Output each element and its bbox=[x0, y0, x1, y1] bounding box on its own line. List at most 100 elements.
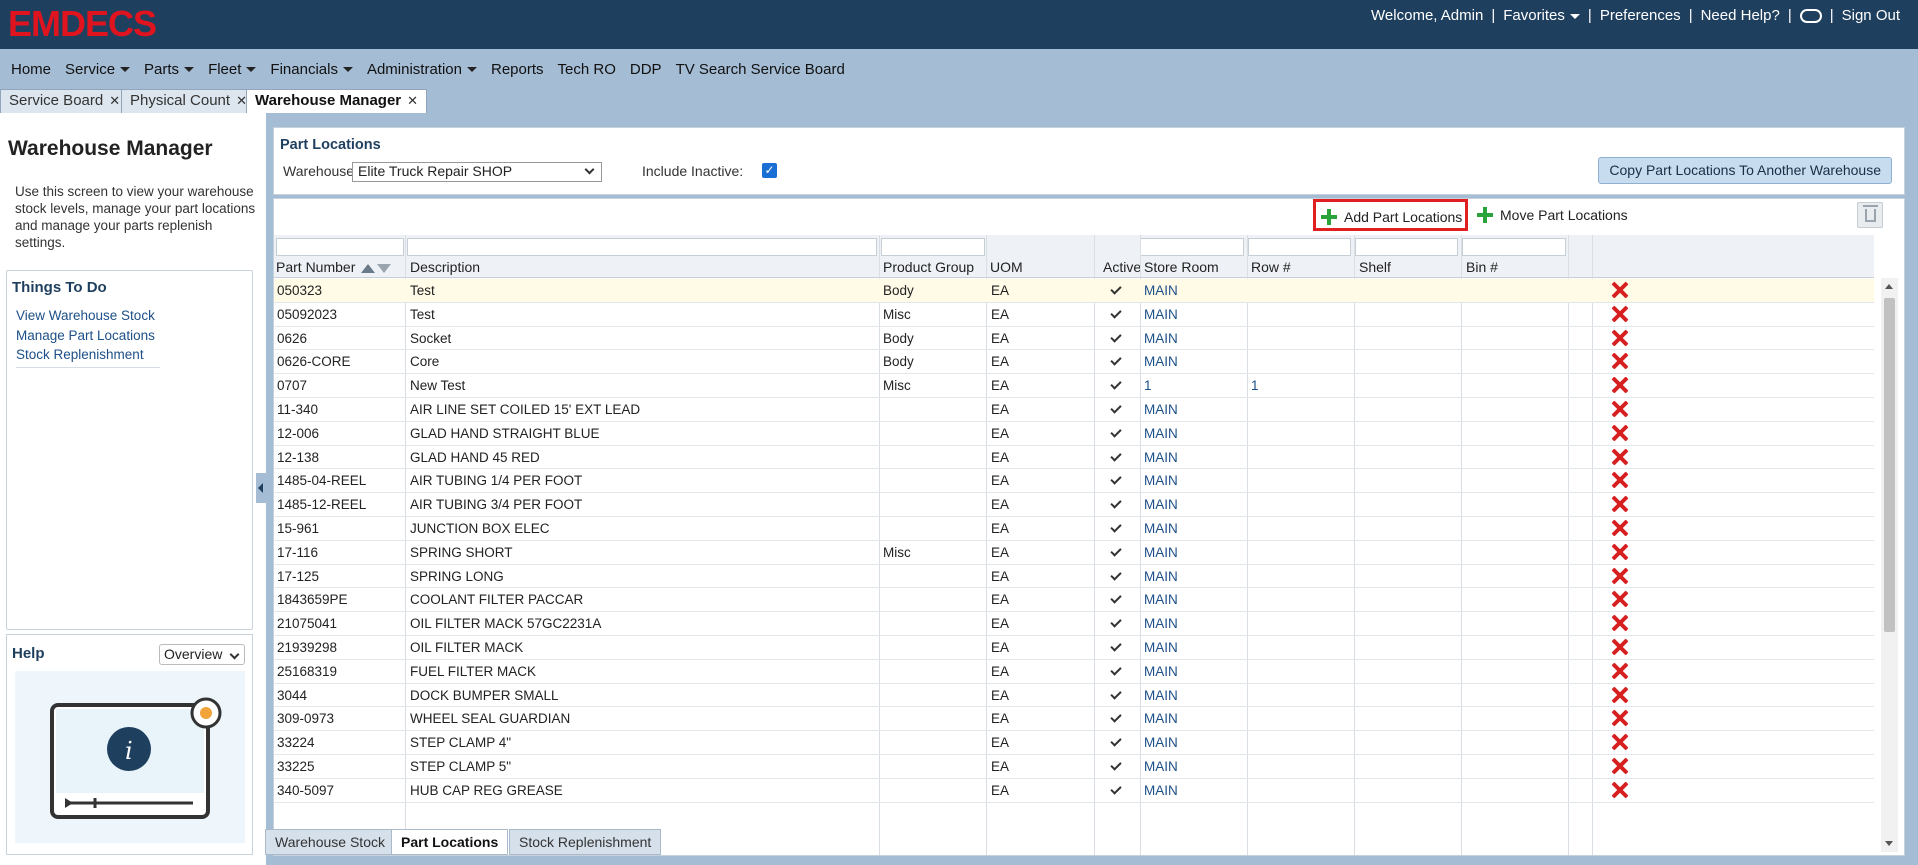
table-row[interactable]: 1485-12-REEL AIR TUBING 3/4 PER FOOT EA MAI… bbox=[274, 493, 1874, 517]
sort-ascending-icon[interactable] bbox=[361, 263, 376, 273]
header-uom[interactable]: UOM bbox=[990, 259, 1023, 275]
tab-physical-count[interactable]: Physical Count ✕ bbox=[121, 89, 256, 113]
menu-administration[interactable]: Administration bbox=[360, 61, 484, 78]
header-part-number[interactable]: Part Number bbox=[276, 259, 392, 275]
store-room-cell[interactable]: MAIN bbox=[1144, 711, 1178, 726]
store-room-cell[interactable]: MAIN bbox=[1144, 450, 1178, 465]
menu-parts[interactable]: Parts bbox=[137, 61, 201, 78]
sort-descending-icon[interactable] bbox=[377, 263, 392, 273]
table-row[interactable]: 3044 DOCK BUMPER SMALL EA MAIN bbox=[274, 684, 1874, 708]
menu-tv-search-service-board[interactable]: TV Search Service Board bbox=[669, 61, 852, 78]
row-filter[interactable] bbox=[1248, 238, 1351, 256]
store-room-cell[interactable]: MAIN bbox=[1144, 735, 1178, 750]
collapse-left-panel-button[interactable] bbox=[256, 473, 266, 503]
store-room-cell[interactable]: MAIN bbox=[1144, 426, 1178, 441]
tab-warehouse-stock[interactable]: Warehouse Stock bbox=[265, 829, 395, 855]
table-row[interactable]: 1485-04-REEL AIR TUBING 1/4 PER FOOT EA MAI… bbox=[274, 469, 1874, 494]
menu-home[interactable]: Home bbox=[4, 61, 58, 78]
store-room-cell[interactable]: MAIN bbox=[1144, 307, 1178, 322]
store-room-cell[interactable]: MAIN bbox=[1144, 640, 1178, 655]
product-group-filter[interactable] bbox=[881, 238, 985, 256]
add-part-locations-button[interactable]: Add Part Locations bbox=[1313, 199, 1468, 231]
stock-replenishment-link[interactable]: Stock Replenishment bbox=[16, 345, 252, 365]
store-room-cell[interactable]: MAIN bbox=[1144, 521, 1178, 536]
tab-part-locations[interactable]: Part Locations bbox=[391, 829, 509, 855]
help-video-thumbnail[interactable]: i bbox=[15, 671, 245, 843]
copy-part-locations-button[interactable]: Copy Part Locations To Another Warehouse bbox=[1598, 157, 1892, 184]
close-icon[interactable]: ✕ bbox=[109, 93, 120, 108]
part-number-filter[interactable] bbox=[276, 238, 404, 256]
delete-row-icon[interactable] bbox=[1611, 567, 1629, 585]
sign-out-link[interactable]: Sign Out bbox=[1834, 7, 1908, 24]
menu-tech-ro[interactable]: Tech RO bbox=[551, 61, 623, 78]
manage-part-locations-link[interactable]: Manage Part Locations bbox=[16, 326, 252, 346]
delete-row-icon[interactable] bbox=[1611, 495, 1629, 513]
store-room-cell[interactable]: MAIN bbox=[1144, 331, 1178, 346]
delete-row-icon[interactable] bbox=[1611, 519, 1629, 537]
delete-button[interactable] bbox=[1857, 202, 1883, 228]
store-room-cell[interactable]: MAIN bbox=[1144, 283, 1178, 298]
table-row[interactable]: 0626-CORE Core Body EA MAIN bbox=[274, 350, 1874, 375]
delete-row-icon[interactable] bbox=[1611, 329, 1629, 347]
store-room-cell[interactable]: MAIN bbox=[1144, 569, 1178, 584]
header-bin[interactable]: Bin # bbox=[1466, 259, 1498, 275]
header-store-room[interactable]: Store Room bbox=[1144, 259, 1219, 275]
table-row[interactable]: 340-5097 HUB CAP REG GREASE EA MAIN bbox=[274, 779, 1874, 803]
table-row[interactable]: 25168319 FUEL FILTER MACK EA MAIN bbox=[274, 660, 1874, 684]
delete-row-icon[interactable] bbox=[1611, 662, 1629, 680]
delete-row-icon[interactable] bbox=[1611, 281, 1629, 299]
description-filter[interactable] bbox=[407, 238, 877, 256]
table-row[interactable]: 11-340 AIR LINE SET COILED 15' EXT LEAD EA… bbox=[274, 398, 1874, 422]
view-warehouse-stock-link[interactable]: View Warehouse Stock bbox=[16, 306, 252, 326]
delete-row-icon[interactable] bbox=[1611, 709, 1629, 727]
delete-row-icon[interactable] bbox=[1611, 686, 1629, 704]
table-row[interactable]: 33224 STEP CLAMP 4" EA MAIN bbox=[274, 731, 1874, 755]
delete-row-icon[interactable] bbox=[1611, 448, 1629, 466]
grid-scrollbar[interactable] bbox=[1881, 278, 1898, 852]
delete-row-icon[interactable] bbox=[1611, 543, 1629, 561]
header-shelf[interactable]: Shelf bbox=[1359, 259, 1391, 275]
delete-row-icon[interactable] bbox=[1611, 757, 1629, 775]
store-room-cell[interactable]: MAIN bbox=[1144, 497, 1178, 512]
table-row[interactable]: 0707 New Test Misc EA 1 1 bbox=[274, 374, 1874, 398]
delete-row-icon[interactable] bbox=[1611, 471, 1629, 489]
delete-row-icon[interactable] bbox=[1611, 400, 1629, 418]
table-row[interactable]: 17-116 SPRING SHORT Misc EA MAIN bbox=[274, 541, 1874, 565]
table-row[interactable]: 15-961 JUNCTION BOX ELEC EA MAIN bbox=[274, 517, 1874, 541]
header-active[interactable]: Active bbox=[1103, 259, 1141, 275]
need-help-link[interactable]: Need Help? bbox=[1693, 7, 1788, 24]
delete-row-icon[interactable] bbox=[1611, 352, 1629, 370]
tab-stock-replenishment[interactable]: Stock Replenishment bbox=[509, 829, 662, 855]
preferences-link[interactable]: Preferences bbox=[1592, 7, 1689, 24]
delete-row-icon[interactable] bbox=[1611, 590, 1629, 608]
table-row[interactable]: 12-138 GLAD HAND 45 RED EA MAIN bbox=[274, 446, 1874, 470]
menu-reports[interactable]: Reports bbox=[484, 61, 551, 78]
store-room-cell[interactable]: MAIN bbox=[1144, 759, 1178, 774]
table-row[interactable]: 0626 Socket Body EA MAIN bbox=[274, 327, 1874, 351]
move-part-locations-button[interactable]: Move Part Locations bbox=[1472, 203, 1628, 227]
delete-row-icon[interactable] bbox=[1611, 305, 1629, 323]
store-room-cell[interactable]: MAIN bbox=[1144, 616, 1178, 631]
table-row[interactable]: 33225 STEP CLAMP 5" EA MAIN bbox=[274, 755, 1874, 779]
emdecs-logo[interactable]: EMDECS bbox=[8, 4, 176, 42]
store-room-cell[interactable]: MAIN bbox=[1144, 545, 1178, 560]
store-room-cell[interactable]: MAIN bbox=[1144, 354, 1178, 369]
table-row[interactable]: 1843659PE COOLANT FILTER PACCAR EA MAIN bbox=[274, 588, 1874, 613]
header-row[interactable]: Row # bbox=[1251, 259, 1291, 275]
favorites-menu[interactable]: Favorites bbox=[1495, 7, 1588, 24]
chat-button[interactable] bbox=[1792, 7, 1830, 24]
store-room-cell[interactable]: 1 bbox=[1144, 378, 1152, 393]
table-row[interactable]: 12-006 GLAD HAND STRAIGHT BLUE EA MAIN bbox=[274, 422, 1874, 446]
store-room-cell[interactable]: MAIN bbox=[1144, 783, 1178, 798]
menu-ddp[interactable]: DDP bbox=[623, 61, 669, 78]
table-row[interactable]: 05092023 Test Misc EA MAIN bbox=[274, 303, 1874, 327]
delete-row-icon[interactable] bbox=[1611, 424, 1629, 442]
table-row[interactable]: 050323 Test Body EA MAIN bbox=[274, 279, 1874, 303]
table-row[interactable]: 21075041 OIL FILTER MACK 57GC2231A EA MAIN bbox=[274, 612, 1874, 636]
table-row[interactable]: 309-0973 WHEEL SEAL GUARDIAN EA MAIN bbox=[274, 707, 1874, 732]
include-inactive-checkbox[interactable]: ✓ bbox=[762, 163, 777, 178]
table-row[interactable]: 21939298 OIL FILTER MACK EA MAIN bbox=[274, 636, 1874, 660]
scroll-up-icon[interactable] bbox=[1885, 284, 1893, 289]
warehouse-select[interactable]: Elite Truck Repair SHOP bbox=[352, 162, 602, 182]
store-room-filter[interactable] bbox=[1140, 238, 1244, 256]
